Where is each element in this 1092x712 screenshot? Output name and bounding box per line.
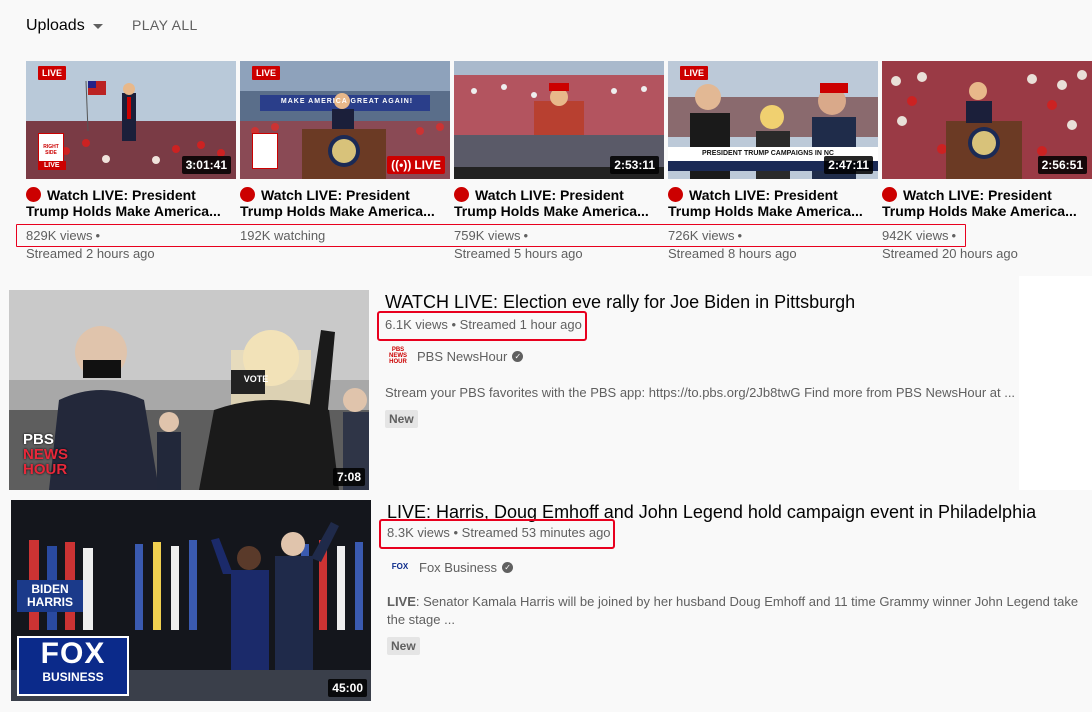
video-description: Stream your PBS favorites with the PBS a… [385, 385, 1016, 400]
live-now-badge: ((•)) LIVE [387, 156, 445, 174]
caret-down-icon [92, 23, 103, 29]
shelf-video-title[interactable]: Watch LIVE: President Trump Holds Make A… [668, 187, 878, 221]
channel-name[interactable]: Fox Business [419, 560, 497, 575]
uploads-dropdown[interactable]: Uploads [26, 14, 103, 38]
sign-text: VOTE [243, 374, 269, 384]
shelf-video-title[interactable]: Watch LIVE: President Trump Holds Make A… [454, 187, 664, 221]
video-duration: 7:08 [332, 468, 365, 486]
live-tag: LIVE [38, 66, 67, 80]
live-overlay-label: LIVE [38, 161, 66, 170]
channel-name[interactable]: PBS NewsHour [417, 349, 507, 364]
pbs-channel-logo-icon: PBS NEWS HOUR [389, 347, 407, 365]
verified-check-icon: ✓ [502, 561, 514, 573]
video-duration: 2:56:51 [1037, 156, 1087, 174]
views-highlight-box [377, 311, 587, 341]
video-result-1[interactable]: VOTE PBS NEWS HOUR 7:08 WATCH LIVE: Elec… [0, 276, 1092, 490]
new-badge: New [387, 637, 420, 655]
live-tag: LIVE [252, 66, 281, 80]
biden-harris-sign: BIDEN HARRIS [17, 580, 83, 612]
stream-time: Streamed 8 hours ago [668, 246, 797, 261]
video-duration: 2:53:11 [610, 156, 659, 174]
shelf-thumbnail-1[interactable]: LIVE RIGHT SIDE LIVE 3:01:41 [26, 61, 236, 179]
video-description: LIVE: Senator Kamala Harris will be join… [387, 594, 1079, 627]
row-edge-panel [1019, 276, 1092, 490]
new-badge: New [385, 410, 418, 428]
channel-link[interactable]: PBS NEWS HOUR PBS NewsHour ✓ [387, 347, 524, 365]
shelf-video-title[interactable]: Watch LIVE: President Trump Holds Make A… [240, 187, 450, 221]
stream-time: Streamed 20 hours ago [882, 246, 1018, 261]
shelf-thumbnail-2[interactable]: MAKE AMERICA GREAT AGAIN! LIVE ((•)) LIV… [240, 61, 450, 179]
live-dot-icon [240, 187, 255, 202]
views-highlight-box [379, 519, 615, 549]
live-dot-icon [26, 187, 41, 202]
uploads-shelf: Uploads PLAY ALL LIVE RIGHT SIDE LIVE 3:… [0, 0, 1092, 276]
video-duration: 2:47:11 [824, 156, 873, 174]
news-banner-text: PRESIDENT TRUMP CAMPAIGNS IN NC [702, 150, 834, 157]
live-dot-icon [882, 187, 897, 202]
shelf-thumbnail-4[interactable]: PRESIDENT TRUMP CAMPAIGNS IN NC LIVE 2:4… [668, 61, 878, 179]
uploads-title: Uploads [26, 17, 85, 34]
rally-banner-text: MAKE AMERICA GREAT AGAIN! [280, 98, 414, 105]
video-thumbnail-1[interactable]: VOTE PBS NEWS HOUR 7:08 [9, 290, 369, 490]
shelf-video-2[interactable]: MAKE AMERICA GREAT AGAIN! LIVE ((•)) LIV… [240, 61, 450, 245]
live-dot-icon [454, 187, 469, 202]
shelf-thumbnail-5[interactable]: 2:56:51 [882, 61, 1092, 179]
fox-channel-logo-icon: FOX [391, 562, 409, 571]
stream-time: Streamed 2 hours ago [26, 246, 155, 261]
video-result-2[interactable]: BIDEN HARRIS FOX BUSINESS 45:00 LIVE: Ha… [0, 490, 1092, 712]
pbs-newshour-overlay-logo: PBS NEWS HOUR [23, 431, 68, 478]
video-duration: 45:00 [328, 679, 367, 697]
fox-business-overlay-logo: FOX BUSINESS [17, 636, 129, 696]
video-title[interactable]: WATCH LIVE: Election eve rally for Joe B… [385, 292, 855, 313]
live-tag: LIVE [680, 66, 709, 80]
video-thumbnail-2[interactable]: BIDEN HARRIS FOX BUSINESS 45:00 [11, 500, 371, 701]
broadcast-icon: ((•)) [391, 158, 412, 172]
stream-time: Streamed 5 hours ago [454, 246, 583, 261]
play-all-button[interactable]: PLAY ALL [132, 17, 198, 33]
live-dot-icon [668, 187, 683, 202]
verified-check-icon: ✓ [512, 350, 524, 362]
views-highlight-box [16, 224, 966, 247]
shelf-video-title[interactable]: Watch LIVE: President Trump Holds Make A… [26, 187, 236, 221]
shelf-video-title[interactable]: Watch LIVE: President Trump Holds Make A… [882, 187, 1092, 221]
video-duration: 3:01:41 [181, 156, 231, 174]
shelf-thumbnail-3[interactable]: 2:53:11 [454, 61, 664, 179]
channel-overlay-logo [252, 133, 278, 169]
channel-link[interactable]: FOX Fox Business ✓ [389, 559, 514, 575]
